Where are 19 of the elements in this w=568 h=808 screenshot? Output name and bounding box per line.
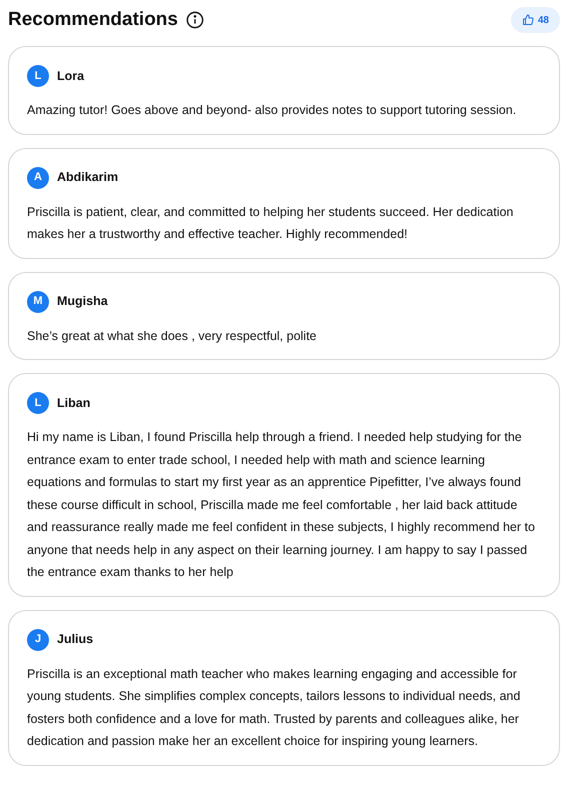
avatar: A [27,166,49,188]
thumbs-up-icon [522,14,534,26]
reviewer-name: Julius [57,631,94,648]
section-title: Recommendations [8,8,178,32]
reviewer-name: Abdikarim [57,169,118,186]
review-text: Hi my name is Liban, I found Priscilla help through a friend. I needed help studying for the entrance exam to enter trade school, I needed help with math and science learning equations and formulas to start my first year as an apprentice Pipefitter, I’ve always found these course difficult in school, Priscilla made me feel comfortable , her laid back attitude and reassurance really made me feel confident in these subjects, I highly recommend her to anyone that needs help in any aspect on their learning journey. I am happy to say I passed the entrance exam thanks to her help [27,429,536,581]
reviewer-name: Mugisha [57,293,108,310]
review-text: Priscilla is an exceptional math teacher who makes learning engaging and accessible for young students. She simplifies complex concepts, tailors lessons to individual needs, and fosters both confidence and a love for math. Trusted by parents and colleagues alike, her dedication and passion make her an excellent choice for inspiring young learners. [27,666,522,750]
avatar: L [27,392,49,414]
reviewer-name: Liban [57,394,90,412]
review-text: Priscilla is patient, clear, and committed to helping her students succeed. Her dedication makes her a trustworthy and effective teacher. Highly recommended! [27,204,514,243]
avatar: L [27,65,49,87]
avatar: M [27,290,49,312]
info-icon[interactable] [186,11,204,29]
reviewer-name: Lora [57,68,84,85]
likes-button[interactable]: 48 [510,7,560,33]
avatar: J [27,628,49,650]
review-text: Amazing tutor! Goes above and beyond- also provides notes to support tutoring session. [27,102,518,119]
review-text: She’s great at what she does , very respectful, polite [27,328,318,345]
